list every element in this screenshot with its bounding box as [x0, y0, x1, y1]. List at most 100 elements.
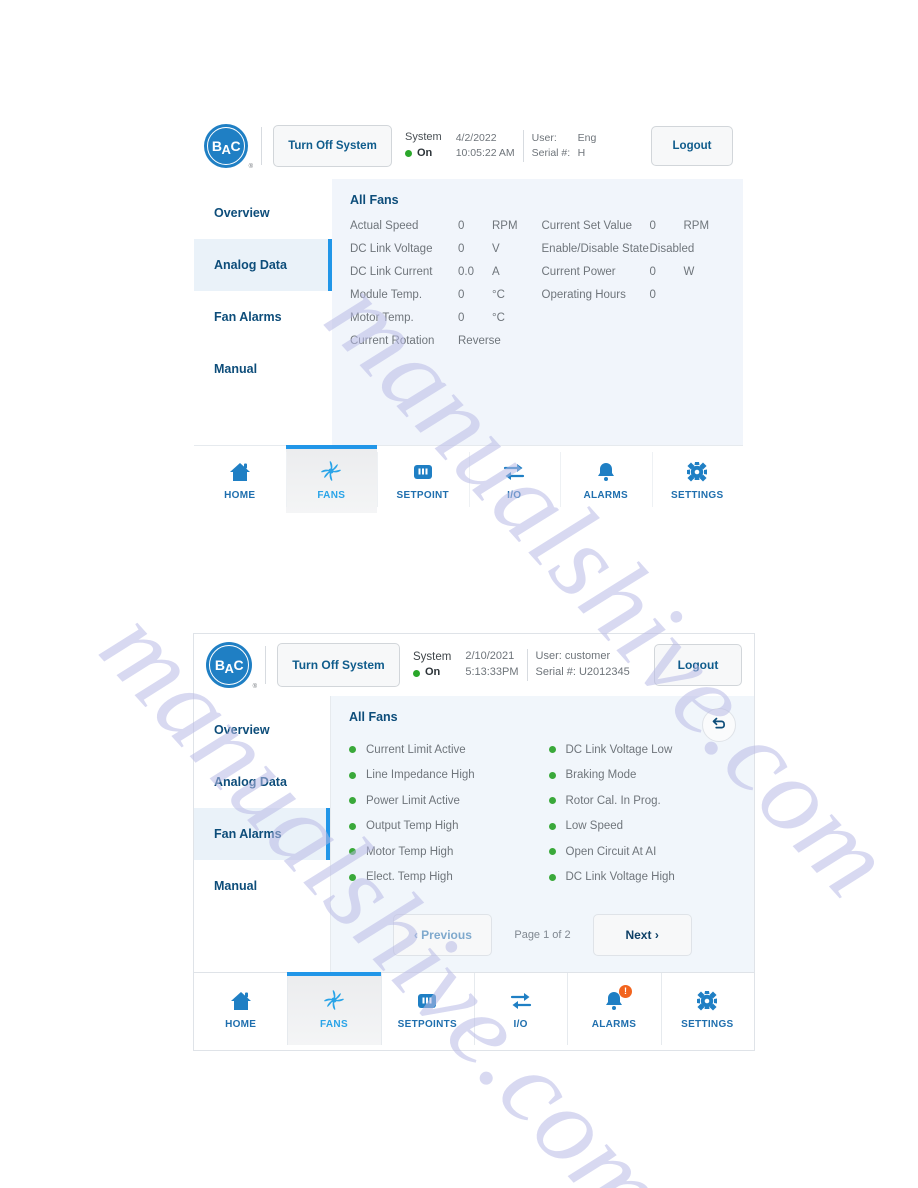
sidebar-item-analog-data[interactable]: Analog Data	[194, 756, 330, 808]
row-unit: A	[492, 266, 500, 278]
list-item: Braking Mode	[548, 763, 737, 789]
io-icon	[502, 459, 526, 483]
row-unit: W	[683, 266, 695, 278]
panel2-sidebar: Overview Analog Data Fan Alarms Manual	[194, 696, 331, 972]
undo-arrow-icon	[710, 714, 728, 737]
sidebar-item-label: Manual	[214, 879, 258, 893]
nav-alarms[interactable]: ! ALARMS	[567, 973, 661, 1045]
panel2-header: BAC ® Turn Off System System On 2/10/202…	[194, 634, 754, 696]
status-dot-icon	[405, 150, 412, 158]
fan-alarms-grid: Current Limit Active Line Impedance High…	[349, 737, 736, 890]
nav-home[interactable]: HOME	[194, 973, 288, 1045]
previous-page-button[interactable]: ‹ Previous	[393, 914, 493, 956]
row-label: Motor Temp.	[350, 312, 414, 324]
table-row: Module Temp. 0 °C	[350, 289, 534, 312]
sidebar-item-overview[interactable]: Overview	[194, 187, 332, 239]
sidebar-item-overview[interactable]: Overview	[194, 704, 330, 756]
panel1-header: BAC ® Turn Off System System On 4/2/2022…	[194, 113, 743, 179]
bac-logo-icon: BAC ®	[206, 642, 257, 690]
nav-fans[interactable]: FANS	[287, 972, 381, 1045]
nav-setpoint[interactable]: SETPOINT	[377, 446, 469, 513]
nav-setpoints[interactable]: SETPOINTS	[380, 973, 474, 1045]
user-serial-block: User: Eng Serial #: H	[532, 131, 597, 161]
system-label: System	[405, 131, 442, 144]
sidebar-item-label: Analog Data	[214, 775, 287, 789]
hmi-screenshot-fan-alarms: BAC ® Turn Off System System On 2/10/202…	[193, 633, 755, 1051]
row-value: 0	[649, 266, 656, 278]
alarm-status-dot-icon	[548, 848, 556, 856]
sidebar-item-analog-data[interactable]: Analog Data	[194, 239, 332, 291]
table-row: DC Link Current 0.0 A	[350, 266, 534, 289]
row-value: 0	[649, 220, 656, 232]
sidebar-item-label: Overview	[214, 723, 270, 737]
pagination: ‹ Previous Page 1 of 2 Next ›	[349, 914, 736, 956]
alarm-status-dot-icon	[349, 771, 356, 779]
table-row: Actual Speed 0 RPM	[350, 220, 534, 243]
sidebar-item-label: Analog Data	[214, 258, 287, 272]
alarm-label: Power Limit Active	[366, 794, 460, 807]
table-row: Current Rotation Reverse	[350, 335, 534, 358]
row-label: Current Set Value	[541, 220, 633, 232]
analog-data-grid: Actual Speed 0 RPM DC Link Voltage 0 V DC Li…	[350, 220, 725, 358]
list-item: DC Link Voltage Low	[548, 737, 737, 763]
header-meta: 2/10/2021 5:13:33PM User: customer Seria…	[465, 649, 630, 681]
alarm-label: Output Temp High	[366, 820, 459, 833]
alarm-status-dot-icon	[548, 797, 556, 805]
nav-io[interactable]: I/O	[473, 973, 568, 1045]
date-text: 4/2/2022	[455, 131, 497, 144]
manual-page: BAC ® Turn Off System System On 4/2/2022…	[0, 0, 918, 1188]
panel2-body: Overview Analog Data Fan Alarms Manual A…	[194, 696, 754, 972]
sidebar-item-manual[interactable]: Manual	[194, 343, 332, 395]
alarm-count-badge: !	[618, 985, 632, 998]
alarm-status-dot-icon	[548, 771, 556, 779]
fan-icon	[319, 459, 343, 483]
nav-io[interactable]: I/O	[468, 446, 560, 513]
list-item: Low Speed	[548, 814, 737, 840]
turn-off-system-button[interactable]: Turn Off System	[277, 643, 400, 687]
nav-label: SETPOINT	[396, 489, 449, 501]
logo-letter-a: A	[221, 142, 231, 157]
row-label: Current Power	[541, 266, 616, 278]
row-value: 0	[458, 220, 465, 232]
nav-settings[interactable]: SETTINGS	[660, 973, 754, 1045]
logo-letter-c: C	[233, 657, 244, 673]
row-value: 0	[458, 312, 465, 324]
alarm-label: DC Link Voltage High	[565, 871, 675, 884]
next-page-button[interactable]: Next ›	[592, 914, 692, 956]
turn-off-system-button[interactable]: Turn Off System	[273, 125, 392, 167]
nav-settings[interactable]: SETTINGS	[651, 446, 743, 513]
list-item: Open Circuit At AI	[548, 839, 737, 865]
sidebar-item-manual[interactable]: Manual	[194, 860, 330, 912]
sidebar-item-fan-alarms[interactable]: Fan Alarms	[194, 291, 332, 343]
home-icon	[228, 459, 252, 483]
setpoint-icon	[416, 988, 438, 1012]
alarm-status-dot-icon	[548, 873, 556, 881]
alarm-label: Braking Mode	[565, 769, 637, 782]
meta-divider	[522, 130, 524, 162]
logout-button[interactable]: Logout	[654, 644, 742, 686]
system-label: System	[413, 650, 452, 663]
row-label: DC Link Voltage	[350, 243, 433, 255]
sidebar-item-fan-alarms[interactable]: Fan Alarms	[194, 808, 330, 860]
alarm-label: Elect. Temp High	[366, 871, 453, 884]
nav-alarms[interactable]: ALARMS	[560, 446, 652, 513]
list-item: Motor Temp High	[349, 839, 537, 865]
time-text: 10:05:22 AM	[455, 147, 515, 159]
alarm-label: DC Link Voltage Low	[565, 743, 673, 756]
back-button[interactable]	[702, 708, 736, 742]
nav-label: I/O	[513, 1019, 528, 1030]
alarm-label: Motor Temp High	[366, 845, 454, 858]
header-divider	[265, 646, 266, 684]
date-text: 2/10/2021	[465, 650, 515, 663]
list-item: Current Limit Active	[349, 737, 537, 763]
sidebar-item-label: Fan Alarms	[214, 827, 282, 841]
nav-home[interactable]: HOME	[194, 446, 286, 513]
nav-fans[interactable]: FANS	[285, 445, 377, 513]
sidebar-item-label: Manual	[214, 362, 258, 376]
row-label: DC Link Current	[350, 266, 433, 278]
header-divider	[261, 127, 262, 165]
logout-button[interactable]: Logout	[651, 126, 733, 166]
row-value: 0	[649, 289, 656, 301]
nav-label: I/O	[507, 489, 522, 501]
alarm-status-dot-icon	[349, 797, 356, 805]
